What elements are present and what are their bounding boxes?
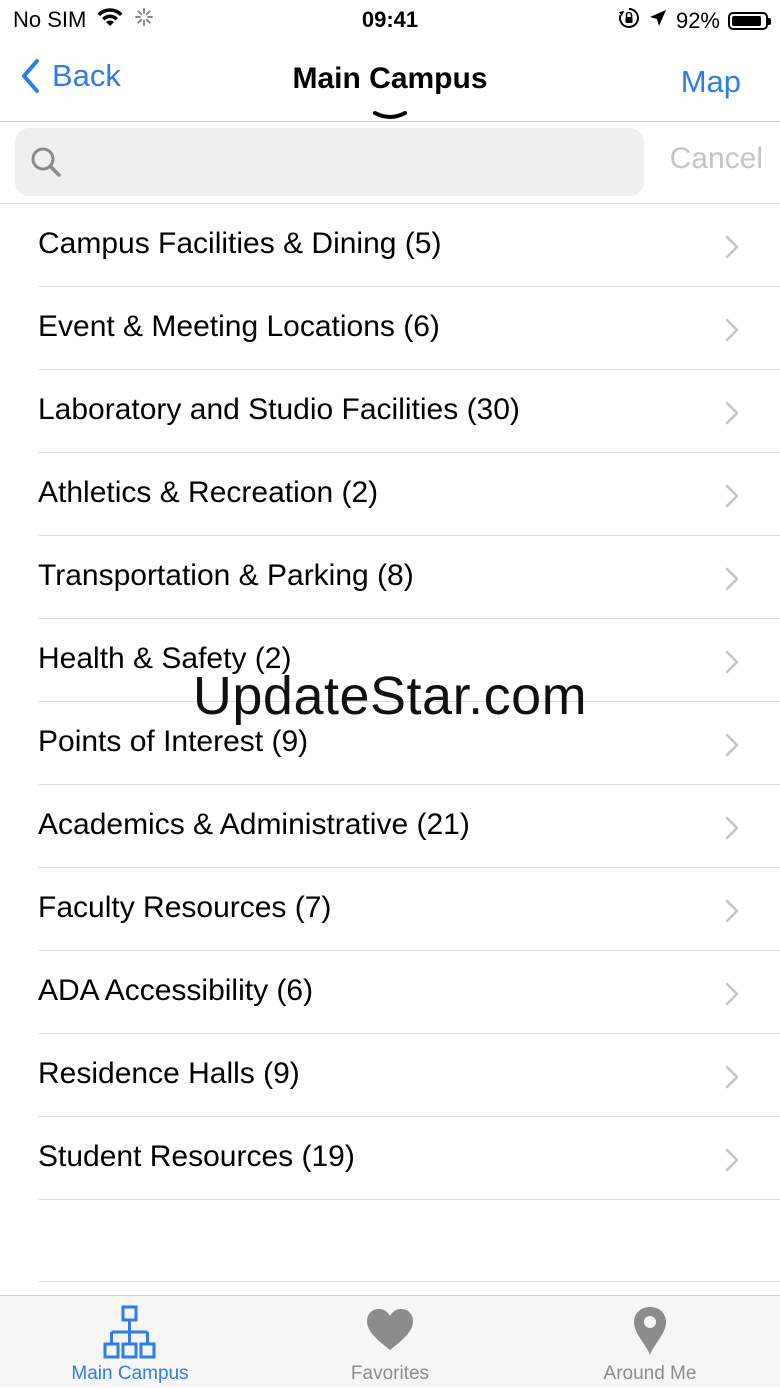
navigation-bar: Back Main Campus Map (0, 40, 780, 122)
map-button[interactable]: Map (681, 64, 741, 100)
tab-bar: Main Campus Favorites Around Me (0, 1295, 780, 1387)
battery-level (732, 16, 762, 26)
chevron-right-icon (725, 567, 739, 591)
search-input[interactable] (79, 140, 633, 186)
chevron-right-icon (725, 982, 739, 1006)
chevron-right-icon (725, 1065, 739, 1089)
status-bar: No SIM 09:41 92% (0, 0, 780, 40)
list-item[interactable]: Faculty Resources (7) (0, 868, 780, 951)
heart-icon (260, 1308, 520, 1352)
chevron-right-icon (725, 484, 739, 508)
list-item[interactable]: Transportation & Parking (8) (0, 536, 780, 619)
location-arrow-icon (648, 8, 668, 34)
search-field[interactable] (15, 128, 644, 196)
map-pin-icon (520, 1306, 780, 1356)
tab-favorites[interactable]: Favorites (260, 1296, 520, 1388)
battery-percent: 92% (675, 8, 720, 33)
chevron-right-icon (725, 235, 739, 259)
list-item-label: ADA Accessibility (6) (38, 974, 314, 1007)
chevron-right-icon (725, 733, 739, 757)
tab-label: Main Campus (71, 1363, 189, 1384)
list-item-label: Campus Facilities & Dining (5) (38, 227, 442, 260)
chevron-right-icon (725, 899, 739, 923)
sitemap-icon (0, 1304, 260, 1360)
page-title: Main Campus (292, 62, 488, 95)
battery-icon (728, 12, 771, 30)
tab-around-me[interactable]: Around Me (520, 1296, 780, 1388)
search-icon (30, 146, 62, 183)
list-item[interactable]: Laboratory and Studio Facilities (30) (0, 370, 780, 453)
chevron-right-icon (725, 1148, 739, 1172)
status-right: 92% (618, 7, 771, 35)
list-item[interactable]: Academics & Administrative (21) (0, 785, 780, 868)
list-item[interactable]: Student Resources (19) (0, 1117, 780, 1200)
row-separator (38, 1199, 780, 1200)
tab-label: Favorites (350, 1363, 430, 1384)
list-item-label: Faculty Resources (7) (38, 891, 332, 924)
list-item-label: Residence Halls (9) (38, 1057, 300, 1090)
list-item-label: Event & Meeting Locations (6) (38, 310, 440, 343)
list-item-label: Transportation & Parking (8) (38, 559, 414, 592)
list-divider (38, 1281, 780, 1282)
orientation-lock-icon (618, 7, 640, 35)
search-bar: Cancel (0, 122, 780, 204)
list-item[interactable]: Residence Halls (9) (0, 1034, 780, 1117)
tab-main-campus[interactable]: Main Campus (0, 1296, 260, 1388)
chevron-right-icon (725, 816, 739, 840)
list-item[interactable]: ADA Accessibility (6) (0, 951, 780, 1034)
list-item[interactable]: Campus Facilities & Dining (5) (0, 204, 780, 287)
list-item-label: Academics & Administrative (21) (38, 808, 470, 841)
list-item[interactable]: Athletics & Recreation (2) (0, 453, 780, 536)
chevron-right-icon (725, 401, 739, 425)
tab-label: Around Me (603, 1363, 697, 1384)
watermark-text: UpdateStar.com (192, 666, 588, 726)
list-item[interactable]: Event & Meeting Locations (6) (0, 287, 780, 370)
list-item-label: Points of Interest (9) (38, 725, 309, 758)
cancel-button[interactable]: Cancel (670, 142, 763, 176)
chevron-right-icon (725, 318, 739, 342)
list-item-label: Athletics & Recreation (2) (38, 476, 379, 509)
list-item-label: Student Resources (19) (38, 1140, 355, 1173)
list-item-label: Laboratory and Studio Facilities (30) (38, 393, 520, 426)
